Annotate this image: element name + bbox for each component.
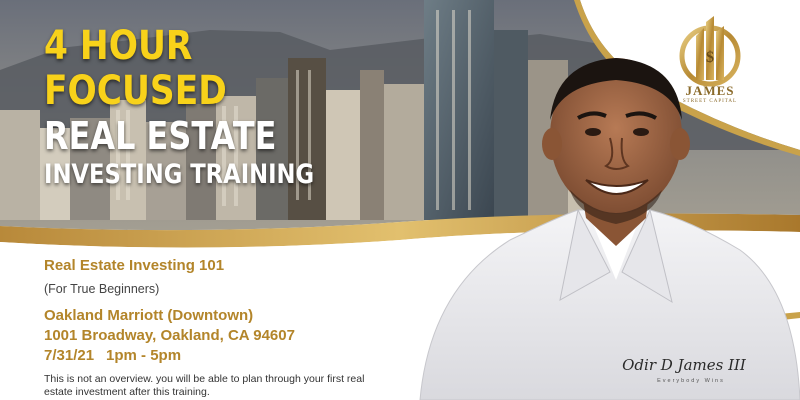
event-details: Real Estate Investing 101 (For True Begi… [44,256,384,399]
event-date: 7/31/21 [44,347,95,364]
headline-line-1: 4 HOUR [44,23,193,69]
event-time: 1pm - 5pm [106,347,182,364]
signature: Odir D James III [622,356,747,374]
event-description: This is not an overview. you will be abl… [44,373,365,398]
headline-line-4: INVESTING TRAINING [44,159,315,190]
logo-subtitle: STREET CAPITAL [682,99,738,104]
event-title: Real Estate Investing 101 [44,257,225,274]
headline: 4 HOUR FOCUSED REAL ESTATE INVESTING TRA… [44,24,366,192]
event-venue: Oakland Marriott (Downtown) [44,307,254,324]
svg-text:$: $ [706,49,714,66]
event-banner: $ JAMES STREET CAPITAL 4 HOUR FOCUSED RE… [0,0,800,400]
tagline: Everybody Wins [657,378,725,384]
logo-wordmark: JAMES STREET CAPITAL [654,84,766,105]
headline-line-3: REAL ESTATE [44,114,277,158]
event-datetime: 7/31/21 1pm - 5pm [44,346,384,366]
signature-text: Odir D James III [622,356,747,374]
event-subtitle: (For True Beginners) [44,282,160,296]
event-address: 1001 Broadway, Oakland, CA 94607 [44,327,295,344]
headline-line-2: FOCUSED [44,68,227,114]
logo-name: JAMES [685,83,735,98]
